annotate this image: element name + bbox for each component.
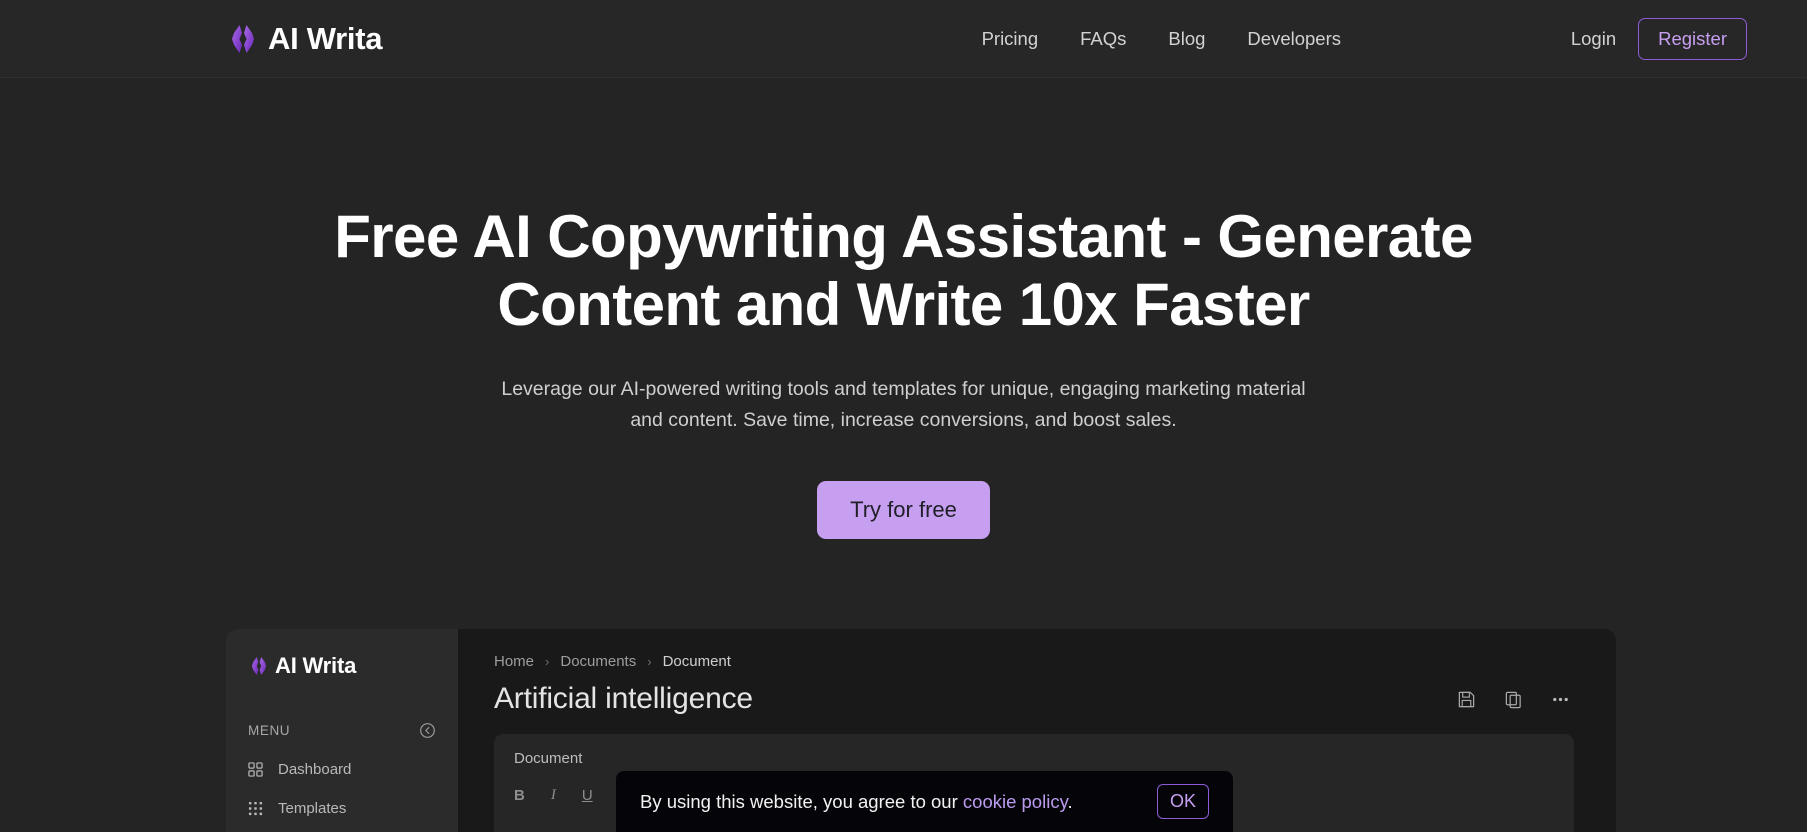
chevron-right-icon: › <box>647 654 652 669</box>
breadcrumb: Home › Documents › Document <box>494 653 1580 670</box>
nav-links: Pricing FAQs Blog Developers <box>982 28 1341 50</box>
auth-group: Login Register <box>1571 17 1747 60</box>
preview-brand-logo[interactable]: AI Writa <box>248 653 436 679</box>
format-bold-button[interactable]: B <box>514 787 525 804</box>
preview-sidebar: AI Writa MENU Dashboard Templates <box>226 629 458 832</box>
chevron-right-icon: › <box>545 654 550 669</box>
preview-menu-header: MENU <box>248 722 436 739</box>
login-link[interactable]: Login <box>1571 28 1616 50</box>
page-title: Free AI Copywriting Assistant - Generate… <box>334 203 1473 339</box>
nav-link-pricing[interactable]: Pricing <box>982 28 1039 50</box>
collapse-sidebar-icon[interactable] <box>419 722 436 739</box>
nav-link-developers[interactable]: Developers <box>1247 28 1341 50</box>
document-header-row: Artificial intelligence <box>494 682 1580 716</box>
menu-section-label: MENU <box>248 723 291 738</box>
nav-link-blog[interactable]: Blog <box>1168 28 1205 50</box>
try-for-free-button[interactable]: Try for free <box>817 480 990 539</box>
breadcrumb-item-document: Document <box>662 653 731 670</box>
editor-tab-document[interactable]: Document <box>514 750 1554 767</box>
document-actions <box>1457 690 1580 709</box>
cookie-text-before: By using this website, you agree to our <box>640 790 963 812</box>
brand-name: AI Writa <box>268 20 383 56</box>
hero-section: Free AI Copywriting Assistant - Generate… <box>0 78 1807 539</box>
format-underline-button[interactable]: U <box>582 787 593 804</box>
brand-logo[interactable]: AI Writa <box>226 21 382 57</box>
cookie-text-after: . <box>1067 790 1073 812</box>
ai-writa-diamond-logo-icon <box>248 655 270 677</box>
cookie-consent-banner: By using this website, you agree to our … <box>616 771 1233 832</box>
landing-page: AI Writa Pricing FAQs Blog Developers Lo… <box>0 0 1807 832</box>
sidebar-item-label: Dashboard <box>278 761 352 778</box>
preview-brand-name: AI Writa <box>275 653 357 678</box>
register-button[interactable]: Register <box>1638 17 1747 60</box>
hero-subtitle: Leverage our AI-powered writing tools an… <box>501 377 1306 432</box>
cookie-ok-button[interactable]: OK <box>1156 784 1209 819</box>
cookie-banner-text: By using this website, you agree to our … <box>640 791 1141 813</box>
top-navbar: AI Writa Pricing FAQs Blog Developers Lo… <box>0 0 1807 78</box>
copy-duplicate-icon[interactable] <box>1504 690 1523 709</box>
sidebar-item-dashboard[interactable]: Dashboard <box>248 761 436 778</box>
grid-nine-dots-icon <box>248 801 263 816</box>
sidebar-item-label: Templates <box>278 800 347 817</box>
breadcrumb-item-documents[interactable]: Documents <box>560 653 636 670</box>
hero-cta-wrap: Try for free <box>0 480 1807 539</box>
sidebar-item-templates[interactable]: Templates <box>248 800 436 817</box>
cookie-policy-link[interactable]: cookie policy <box>963 791 1068 812</box>
document-title: Artificial intelligence <box>494 682 753 715</box>
save-floppy-disk-icon[interactable] <box>1457 690 1476 709</box>
format-italic-button[interactable]: I <box>551 787 556 804</box>
more-ellipsis-icon[interactable] <box>1551 690 1570 709</box>
grid-four-squares-icon <box>248 762 263 777</box>
breadcrumb-item-home[interactable]: Home <box>494 653 534 670</box>
ai-writa-diamond-logo-icon <box>226 22 260 56</box>
nav-link-faqs[interactable]: FAQs <box>1080 28 1126 50</box>
